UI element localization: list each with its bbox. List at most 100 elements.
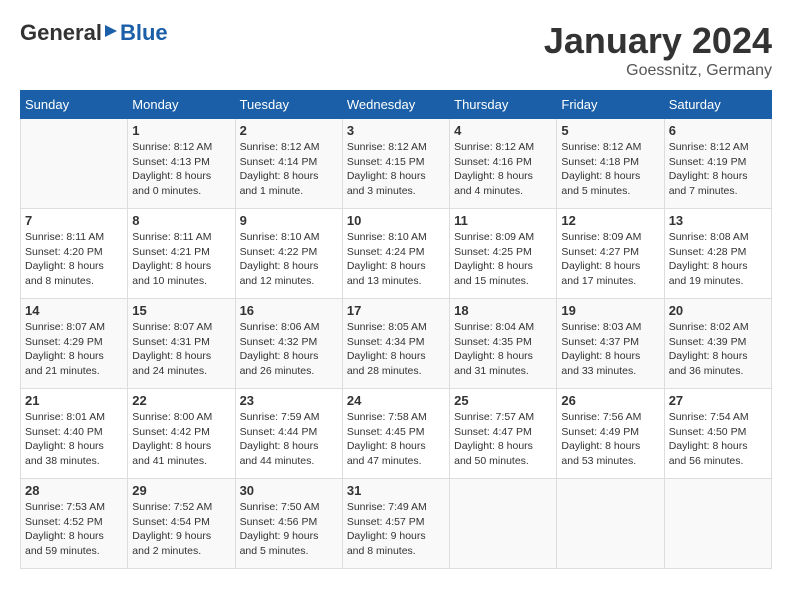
weekday-header-friday: Friday	[557, 91, 664, 119]
day-number: 8	[132, 213, 230, 228]
day-info: Sunrise: 8:09 AMSunset: 4:25 PMDaylight:…	[454, 231, 534, 287]
day-info: Sunrise: 7:49 AMSunset: 4:57 PMDaylight:…	[347, 501, 427, 557]
calendar-cell: 25Sunrise: 7:57 AMSunset: 4:47 PMDayligh…	[450, 389, 557, 479]
calendar-cell: 22Sunrise: 8:00 AMSunset: 4:42 PMDayligh…	[128, 389, 235, 479]
weekday-header-monday: Monday	[128, 91, 235, 119]
calendar-cell: 24 Sunrise: 7:58 AMSunset: 4:45 PMDayligh…	[342, 389, 449, 479]
calendar-cell: 16 Sunrise: 8:06 AMSunset: 4:32 PMDayligh…	[235, 299, 342, 389]
day-info: Sunrise: 8:01 AMSunset: 4:40 PMDaylight:…	[25, 411, 105, 467]
calendar-cell: 28 Sunrise: 7:53 AMSunset: 4:52 PMDayligh…	[21, 479, 128, 569]
day-info: Sunrise: 8:05 AMSunset: 4:34 PMDaylight:…	[347, 321, 427, 377]
calendar-cell: 20Sunrise: 8:02 AMSunset: 4:39 PMDayligh…	[664, 299, 771, 389]
day-number: 5	[561, 123, 659, 138]
day-number: 29	[132, 483, 230, 498]
day-number: 30	[240, 483, 338, 498]
day-info: Sunrise: 8:12 AMSunset: 4:18 PMDaylight:…	[561, 141, 641, 197]
calendar-cell: 10 Sunrise: 8:10 AMSunset: 4:24 PMDayligh…	[342, 209, 449, 299]
calendar-cell	[21, 119, 128, 209]
day-number: 14	[25, 303, 123, 318]
day-info: Sunrise: 8:04 AMSunset: 4:35 PMDaylight:…	[454, 321, 534, 377]
day-number: 7	[25, 213, 123, 228]
location-text: Goessnitz, Germany	[544, 62, 772, 80]
day-info: Sunrise: 8:10 AMSunset: 4:22 PMDaylight:…	[240, 231, 320, 287]
day-info: Sunrise: 8:12 AMSunset: 4:16 PMDaylight:…	[454, 141, 534, 197]
calendar-cell: 17 Sunrise: 8:05 AMSunset: 4:34 PMDayligh…	[342, 299, 449, 389]
calendar-cell: 2 Sunrise: 8:12 AMSunset: 4:14 PMDaylight…	[235, 119, 342, 209]
logo-blue-text: Blue	[120, 20, 168, 46]
day-number: 22	[132, 393, 230, 408]
weekday-header-thursday: Thursday	[450, 91, 557, 119]
calendar-cell: 4 Sunrise: 8:12 AMSunset: 4:16 PMDaylight…	[450, 119, 557, 209]
day-number: 17	[347, 303, 445, 318]
day-info: Sunrise: 8:10 AMSunset: 4:24 PMDaylight:…	[347, 231, 427, 287]
day-number: 11	[454, 213, 552, 228]
day-info: Sunrise: 8:06 AMSunset: 4:32 PMDaylight:…	[240, 321, 320, 377]
calendar-cell: 3Sunrise: 8:12 AMSunset: 4:15 PMDaylight…	[342, 119, 449, 209]
day-number: 2	[240, 123, 338, 138]
day-info: Sunrise: 8:11 AMSunset: 4:20 PMDaylight:…	[25, 231, 104, 287]
day-number: 20	[669, 303, 767, 318]
day-number: 6	[669, 123, 767, 138]
logo: General Blue	[20, 20, 168, 46]
calendar-cell: 14 Sunrise: 8:07 AMSunset: 4:29 PMDayligh…	[21, 299, 128, 389]
calendar-cell: 6Sunrise: 8:12 AMSunset: 4:19 PMDaylight…	[664, 119, 771, 209]
calendar-cell: 9 Sunrise: 8:10 AMSunset: 4:22 PMDaylight…	[235, 209, 342, 299]
day-number: 27	[669, 393, 767, 408]
logo-arrow-icon	[103, 19, 119, 45]
day-number: 16	[240, 303, 338, 318]
calendar-cell	[664, 479, 771, 569]
day-info: Sunrise: 7:58 AMSunset: 4:45 PMDaylight:…	[347, 411, 427, 467]
calendar-week-row: 7 Sunrise: 8:11 AMSunset: 4:20 PMDaylight…	[21, 209, 772, 299]
day-info: Sunrise: 7:53 AMSunset: 4:52 PMDaylight:…	[25, 501, 105, 557]
day-info: Sunrise: 7:52 AMSunset: 4:54 PMDaylight:…	[132, 501, 212, 557]
calendar-cell: 11 Sunrise: 8:09 AMSunset: 4:25 PMDayligh…	[450, 209, 557, 299]
day-number: 4	[454, 123, 552, 138]
day-number: 23	[240, 393, 338, 408]
calendar-header: SundayMondayTuesdayWednesdayThursdayFrid…	[21, 91, 772, 119]
calendar-cell: 18Sunrise: 8:04 AMSunset: 4:35 PMDayligh…	[450, 299, 557, 389]
weekday-header-sunday: Sunday	[21, 91, 128, 119]
day-number: 24	[347, 393, 445, 408]
day-number: 28	[25, 483, 123, 498]
day-number: 13	[669, 213, 767, 228]
calendar-cell: 19Sunrise: 8:03 AMSunset: 4:37 PMDayligh…	[557, 299, 664, 389]
day-info: Sunrise: 8:11 AMSunset: 4:21 PMDaylight:…	[132, 231, 211, 287]
day-number: 10	[347, 213, 445, 228]
title-block: January 2024 Goessnitz, Germany	[544, 20, 772, 80]
day-number: 1	[132, 123, 230, 138]
day-info: Sunrise: 8:12 AMSunset: 4:14 PMDaylight:…	[240, 141, 320, 197]
day-info: Sunrise: 8:03 AMSunset: 4:37 PMDaylight:…	[561, 321, 641, 377]
calendar-cell	[450, 479, 557, 569]
day-info: Sunrise: 8:09 AMSunset: 4:27 PMDaylight:…	[561, 231, 641, 287]
weekday-header-wednesday: Wednesday	[342, 91, 449, 119]
day-info: Sunrise: 8:07 AMSunset: 4:31 PMDaylight:…	[132, 321, 212, 377]
calendar-cell: 13 Sunrise: 8:08 AMSunset: 4:28 PMDayligh…	[664, 209, 771, 299]
day-info: Sunrise: 8:07 AMSunset: 4:29 PMDaylight:…	[25, 321, 105, 377]
calendar-cell: 5 Sunrise: 8:12 AMSunset: 4:18 PMDaylight…	[557, 119, 664, 209]
calendar-cell: 8 Sunrise: 8:11 AMSunset: 4:21 PMDaylight…	[128, 209, 235, 299]
calendar-cell: 7 Sunrise: 8:11 AMSunset: 4:20 PMDaylight…	[21, 209, 128, 299]
day-info: Sunrise: 7:56 AMSunset: 4:49 PMDaylight:…	[561, 411, 641, 467]
day-number: 21	[25, 393, 123, 408]
calendar-week-row: 14 Sunrise: 8:07 AMSunset: 4:29 PMDayligh…	[21, 299, 772, 389]
weekday-header-row: SundayMondayTuesdayWednesdayThursdayFrid…	[21, 91, 772, 119]
calendar-cell: 26 Sunrise: 7:56 AMSunset: 4:49 PMDayligh…	[557, 389, 664, 479]
calendar-cell: 31 Sunrise: 7:49 AMSunset: 4:57 PMDayligh…	[342, 479, 449, 569]
day-info: Sunrise: 7:54 AMSunset: 4:50 PMDaylight:…	[669, 411, 749, 467]
weekday-header-tuesday: Tuesday	[235, 91, 342, 119]
day-number: 15	[132, 303, 230, 318]
calendar-cell: 23 Sunrise: 7:59 AMSunset: 4:44 PMDayligh…	[235, 389, 342, 479]
day-info: Sunrise: 8:12 AMSunset: 4:15 PMDaylight:…	[347, 141, 427, 197]
day-info: Sunrise: 8:08 AMSunset: 4:28 PMDaylight:…	[669, 231, 749, 287]
calendar-cell: 30Sunrise: 7:50 AMSunset: 4:56 PMDayligh…	[235, 479, 342, 569]
calendar-cell: 15 Sunrise: 8:07 AMSunset: 4:31 PMDayligh…	[128, 299, 235, 389]
calendar-week-row: 1Sunrise: 8:12 AMSunset: 4:13 PMDaylight…	[21, 119, 772, 209]
day-info: Sunrise: 7:59 AMSunset: 4:44 PMDaylight:…	[240, 411, 320, 467]
day-info: Sunrise: 7:57 AMSunset: 4:47 PMDaylight:…	[454, 411, 534, 467]
calendar-table: SundayMondayTuesdayWednesdayThursdayFrid…	[20, 90, 772, 569]
day-number: 26	[561, 393, 659, 408]
calendar-cell: 27 Sunrise: 7:54 AMSunset: 4:50 PMDayligh…	[664, 389, 771, 479]
calendar-cell: 12Sunrise: 8:09 AMSunset: 4:27 PMDayligh…	[557, 209, 664, 299]
day-number: 9	[240, 213, 338, 228]
day-number: 31	[347, 483, 445, 498]
